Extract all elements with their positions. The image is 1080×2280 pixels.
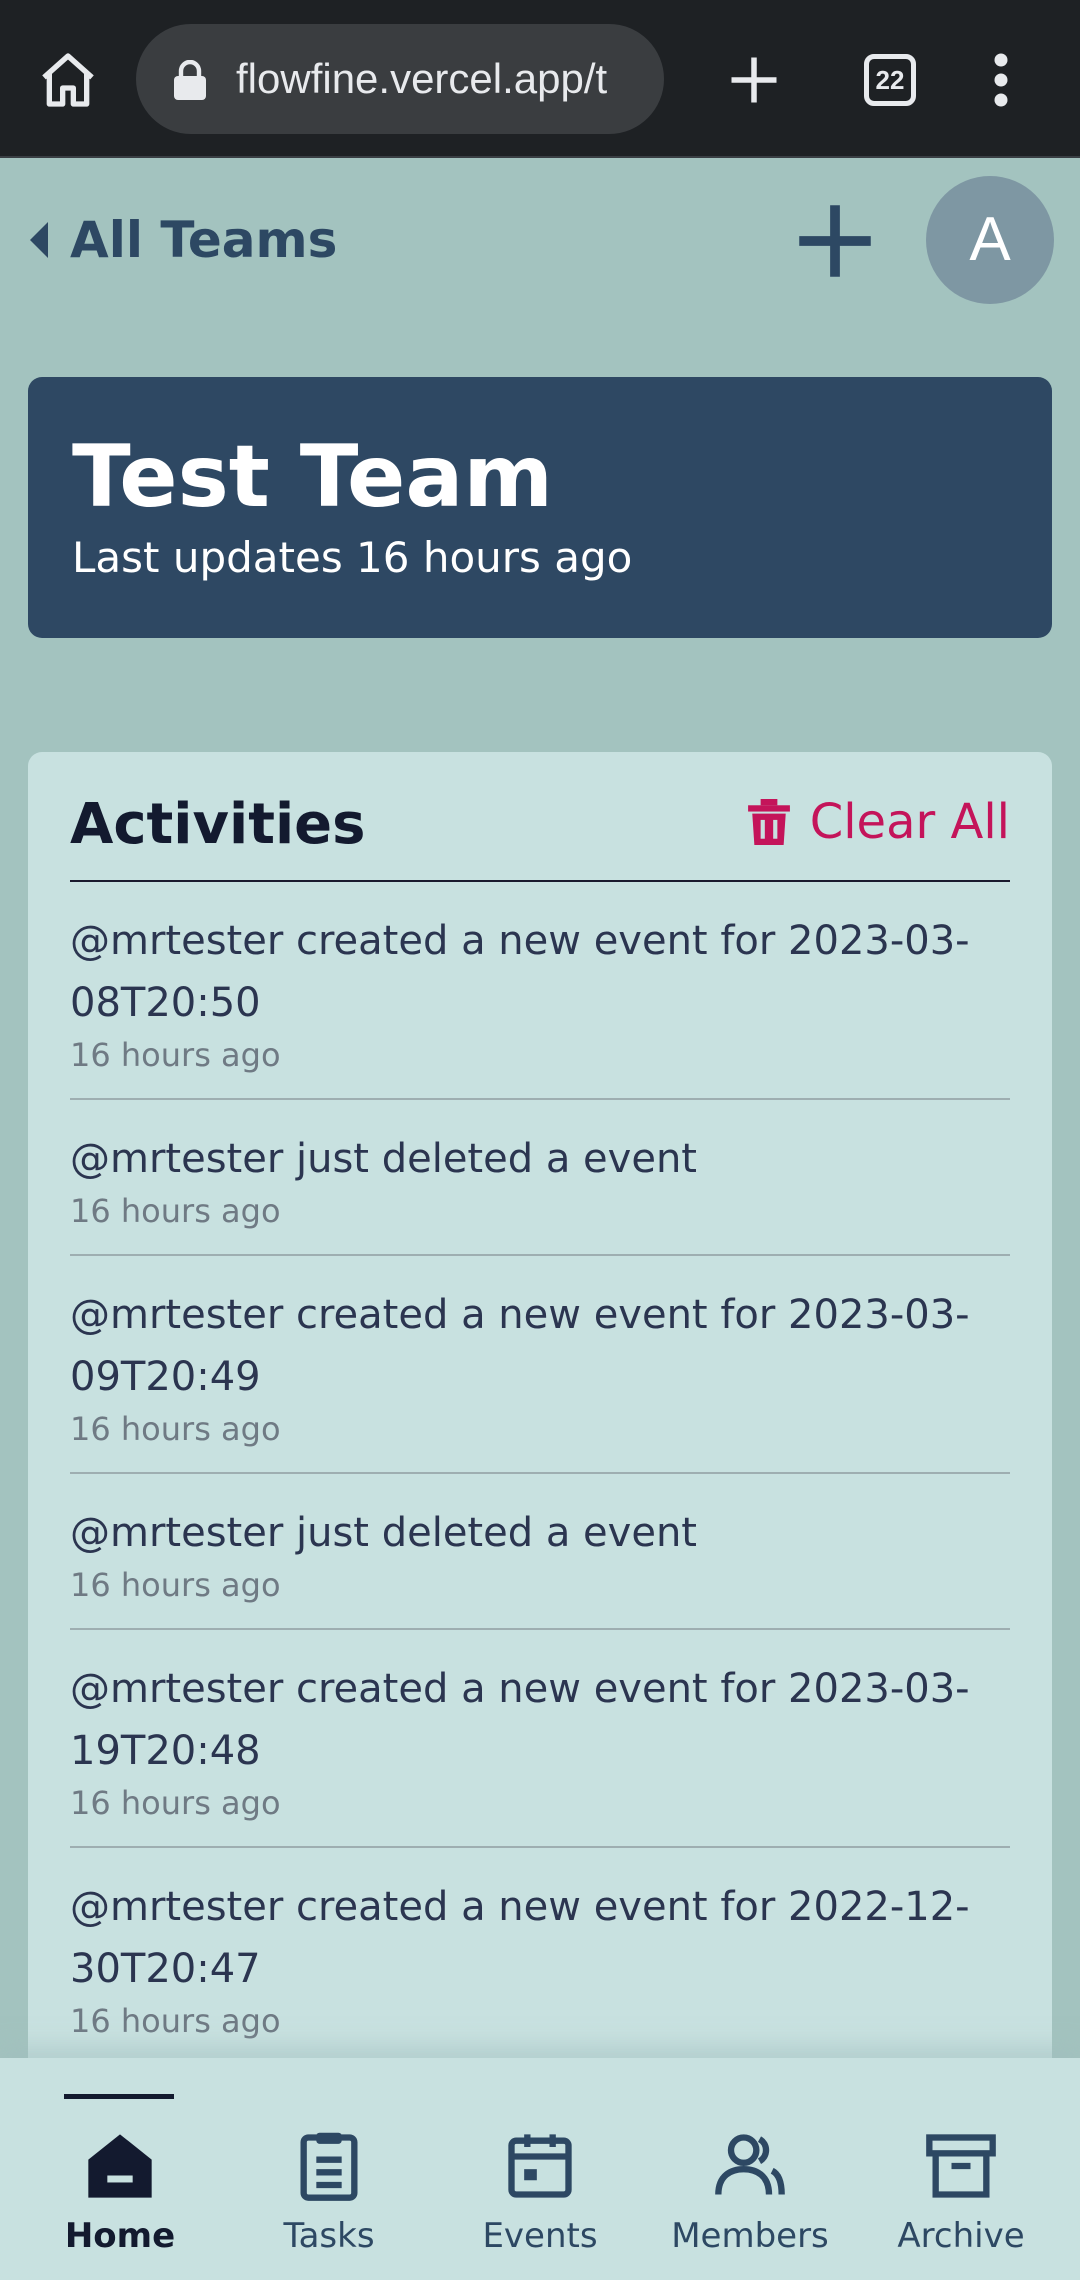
back-label: All Teams	[70, 211, 338, 269]
activity-text: @mrtester just deleted a event	[70, 1136, 697, 1182]
last-updated-text: Last updates 16 hours ago	[72, 533, 633, 582]
browser-toolbar: flowfine.vercel.app/t 22	[0, 0, 1080, 158]
activity-text: @mrtester created a new event for 2023-0…	[70, 918, 970, 1026]
chevron-left-icon	[30, 222, 48, 258]
clear-all-button[interactable]: Clear All	[747, 794, 1010, 850]
calendar-icon	[508, 2134, 572, 2198]
activity-time: 16 hours ago	[70, 1410, 281, 1448]
nav-home[interactable]: Home	[20, 2128, 220, 2256]
activity-time: 16 hours ago	[70, 1784, 281, 1822]
page-title: Test Team	[72, 427, 554, 527]
trash-icon	[747, 799, 790, 845]
activity-text: @mrtester created a new event for 2022-1…	[70, 1884, 970, 1992]
more-vert-icon[interactable]	[984, 50, 1018, 110]
list-item: @mrtester created a new event for 2023-0…	[70, 1256, 1010, 1474]
users-icon	[715, 2134, 785, 2195]
nav-members[interactable]: Members	[650, 2128, 850, 2256]
activity-text: @mrtester created a new event for 2023-0…	[70, 1666, 970, 1774]
list-item: @mrtester just deleted a event 16 hours …	[70, 1100, 1010, 1256]
activities-title: Activities	[70, 792, 366, 857]
nav-tasks-label: Tasks	[283, 2216, 375, 2256]
active-tab-indicator	[64, 2094, 174, 2099]
nav-archive-label: Archive	[897, 2216, 1025, 2256]
activity-time: 16 hours ago	[70, 1192, 281, 1230]
list-item: @mrtester created a new event for 2023-0…	[70, 882, 1010, 1100]
activities-header: Activities Clear All	[70, 752, 1010, 882]
activities-panel: Activities Clear All @mrtester created a…	[28, 752, 1052, 2172]
activity-text: @mrtester just deleted a event	[70, 1510, 697, 1556]
clear-all-label: Clear All	[809, 794, 1010, 850]
back-to-teams-link[interactable]: All Teams	[30, 200, 337, 280]
url-text: flowfine.vercel.app/t	[236, 55, 608, 102]
nav-archive[interactable]: Archive	[861, 2128, 1061, 2256]
bottom-nav: Home Tasks Events Members Archive	[0, 2058, 1080, 2280]
plus-icon[interactable]	[724, 50, 784, 110]
clipboard-icon	[300, 2132, 358, 2201]
nav-events-label: Events	[482, 2216, 598, 2256]
plus-icon[interactable]	[796, 202, 874, 280]
list-item: @mrtester just deleted a event 16 hours …	[70, 1474, 1010, 1630]
lock-icon	[174, 60, 206, 100]
team-header-card: Test Team Last updates 16 hours ago	[28, 377, 1052, 638]
nav-home-label: Home	[64, 2216, 176, 2256]
archive-icon	[926, 2134, 996, 2198]
home-icon[interactable]	[36, 48, 100, 112]
nav-events[interactable]: Events	[440, 2128, 640, 2256]
avatar[interactable]: A	[926, 176, 1054, 304]
home-icon	[88, 2134, 152, 2198]
activity-time: 16 hours ago	[70, 2002, 281, 2040]
list-item: @mrtester created a new event for 2023-0…	[70, 1630, 1010, 1848]
app-header: All Teams A	[0, 160, 1080, 320]
activity-time: 16 hours ago	[70, 1566, 281, 1604]
address-bar[interactable]: flowfine.vercel.app/t	[136, 24, 664, 134]
nav-members-label: Members	[671, 2216, 829, 2256]
activity-text: @mrtester created a new event for 2023-0…	[70, 1292, 970, 1400]
activity-time: 16 hours ago	[70, 1036, 281, 1074]
nav-tasks[interactable]: Tasks	[229, 2128, 429, 2256]
tab-switcher-icon[interactable]: 22	[864, 54, 916, 106]
list-item: @mrtester created a new event for 2022-1…	[70, 1848, 1010, 2066]
activity-list: @mrtester created a new event for 2023-0…	[70, 882, 1010, 2066]
